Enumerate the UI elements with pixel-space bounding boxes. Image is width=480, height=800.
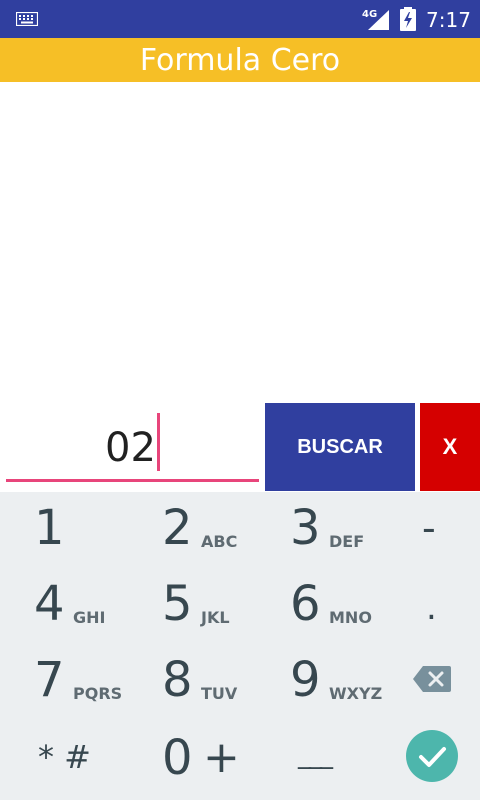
content-area xyxy=(0,82,480,402)
app-title: Formula Cero xyxy=(139,43,341,78)
keyboard-icon xyxy=(16,12,38,26)
text-cursor xyxy=(156,413,160,471)
key-8[interactable]: 8 TUV xyxy=(128,644,256,720)
key-digit: 6 xyxy=(290,576,321,632)
input-row: 02 BUSCAR X xyxy=(0,402,480,492)
key-0[interactable]: 0 xyxy=(162,730,193,786)
key-4[interactable]: 4 GHI xyxy=(0,568,128,644)
key-digit: 2 xyxy=(162,500,193,556)
search-button[interactable]: BUSCAR xyxy=(265,403,415,491)
key-9[interactable]: 9 WXYZ xyxy=(256,644,384,720)
backspace-icon[interactable] xyxy=(413,666,451,692)
key-digit: 3 xyxy=(290,500,321,556)
key-5[interactable]: 5 JKL xyxy=(128,568,256,644)
numeric-keypad: 1 2 ABC 3 DEF - 4 GHI 5 JKL 6 MNO . 7 PQ… xyxy=(0,492,480,800)
key-3[interactable]: 3 DEF xyxy=(256,492,384,568)
key-7[interactable]: 7 PQRS xyxy=(0,644,128,720)
key-digit: 9 xyxy=(290,652,321,708)
key-letters: DEF xyxy=(329,532,365,551)
key-letters: JKL xyxy=(201,608,230,627)
key-digit: 1 xyxy=(34,500,65,556)
battery-charging-icon xyxy=(400,7,416,31)
close-button[interactable]: X xyxy=(420,403,480,491)
key-letters: PQRS xyxy=(73,684,123,703)
key-minus[interactable]: - xyxy=(422,506,436,550)
key-star-hash[interactable]: * # xyxy=(38,738,91,776)
key-letters: TUV xyxy=(201,684,238,703)
key-space[interactable]: ___ xyxy=(298,740,333,770)
signal-icon: 4G xyxy=(362,9,389,30)
key-letters: MNO xyxy=(329,608,372,627)
key-digit: 5 xyxy=(162,576,193,632)
key-dot[interactable]: . xyxy=(426,588,437,628)
number-input-value: 02 xyxy=(105,425,156,471)
svg-text:4G: 4G xyxy=(362,9,377,20)
clock: 7:17 xyxy=(426,8,471,32)
key-plus[interactable]: + xyxy=(203,732,240,783)
key-letters: WXYZ xyxy=(329,684,383,703)
key-2[interactable]: 2 ABC xyxy=(128,492,256,568)
status-bar: 4G 7:17 xyxy=(0,0,480,38)
done-button[interactable] xyxy=(406,730,458,782)
key-digit: 7 xyxy=(34,652,65,708)
key-letters: ABC xyxy=(201,532,238,551)
key-1[interactable]: 1 xyxy=(0,492,128,568)
key-digit: 8 xyxy=(162,652,193,708)
key-digit: 4 xyxy=(34,576,65,632)
key-letters: GHI xyxy=(73,608,106,627)
app-bar: Formula Cero xyxy=(0,38,480,82)
key-6[interactable]: 6 MNO xyxy=(256,568,384,644)
check-icon xyxy=(419,747,446,767)
number-input[interactable]: 02 xyxy=(6,402,259,482)
